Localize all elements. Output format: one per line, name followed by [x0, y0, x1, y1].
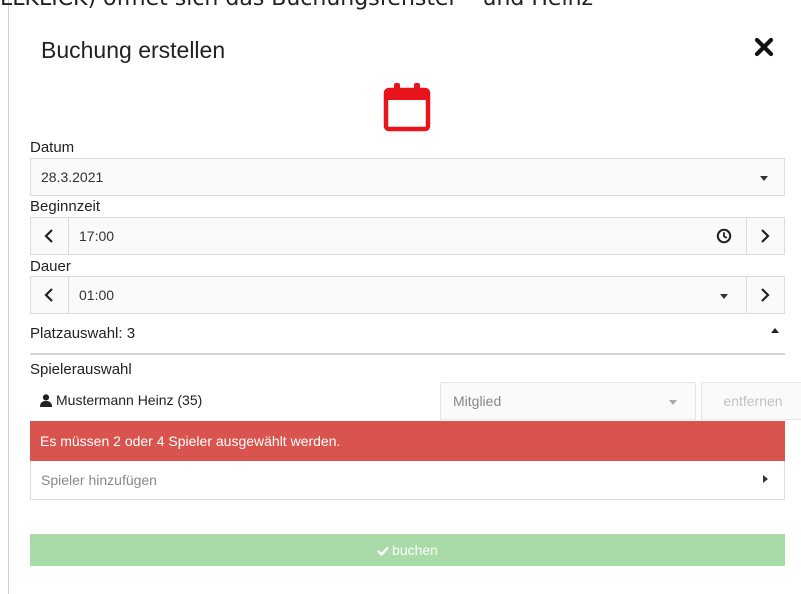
chevron-down-icon	[760, 176, 768, 181]
check-icon	[377, 546, 389, 557]
dauer-value[interactable]: 01:00	[79, 287, 114, 303]
remove-player-button[interactable]: entfernen	[701, 382, 801, 420]
dauer-label: Dauer	[30, 258, 71, 275]
close-button[interactable]	[753, 36, 775, 58]
beginnzeit-next-button[interactable]	[746, 218, 784, 254]
chevron-down-icon	[669, 400, 677, 405]
datum-label: Datum	[30, 139, 75, 156]
beginnzeit-field: 17:00	[30, 217, 785, 255]
error-alert: Es müssen 2 oder 4 Spieler ausgewählt we…	[30, 421, 785, 461]
add-player-button[interactable]: Spieler hinzufügen	[30, 461, 785, 500]
platzauswahl-toggle[interactable]: Platzauswahl: 3	[30, 325, 785, 351]
platzauswahl-label: Platzauswahl: 3	[30, 325, 136, 342]
dauer-prev-button[interactable]	[31, 277, 69, 313]
section-divider	[30, 353, 785, 355]
player-type-select[interactable]: Mitglied	[440, 382, 696, 420]
beginnzeit-value: 17:00	[79, 228, 115, 244]
chevron-right-icon	[761, 288, 770, 302]
chevron-left-icon	[44, 229, 53, 243]
chevron-up-icon	[771, 328, 779, 333]
book-button-label: buchen	[392, 542, 438, 558]
close-icon	[754, 37, 774, 57]
spielerauswahl-label: Spielerauswahl	[30, 361, 132, 378]
book-button[interactable]: buchen	[30, 534, 785, 566]
add-player-label: Spieler hinzufügen	[41, 472, 157, 488]
player-row: Mustermann Heinz (35) Mitglied entfernen	[30, 382, 801, 420]
beginnzeit-label: Beginnzeit	[30, 198, 101, 215]
beginnzeit-prev-button[interactable]	[31, 218, 69, 254]
chevron-right-icon	[761, 229, 770, 243]
player-name: Mustermann Heinz (35)	[56, 392, 203, 408]
clock-icon[interactable]	[716, 228, 732, 244]
datum-value: 28.3.2021	[41, 169, 104, 185]
dialog-title: Buchung erstellen	[41, 37, 226, 63]
dauer-next-button[interactable]	[746, 277, 784, 313]
calendar-icon	[383, 83, 431, 132]
chevron-right-icon	[763, 475, 768, 483]
player-type-value: Mitglied	[453, 393, 502, 409]
datum-select[interactable]: 28.3.2021	[30, 158, 785, 196]
chevron-left-icon	[44, 288, 53, 302]
dauer-field: 01:00	[30, 276, 785, 314]
page-border	[8, 0, 9, 594]
booking-dialog: Buchung erstellen Datum 28.3.2021 Beginn…	[10, 16, 801, 594]
background-caption: LLKLICK) öffnet sich das Buchungsfenster…	[0, 0, 593, 11]
user-icon	[40, 394, 52, 407]
chevron-down-icon[interactable]	[720, 294, 728, 299]
